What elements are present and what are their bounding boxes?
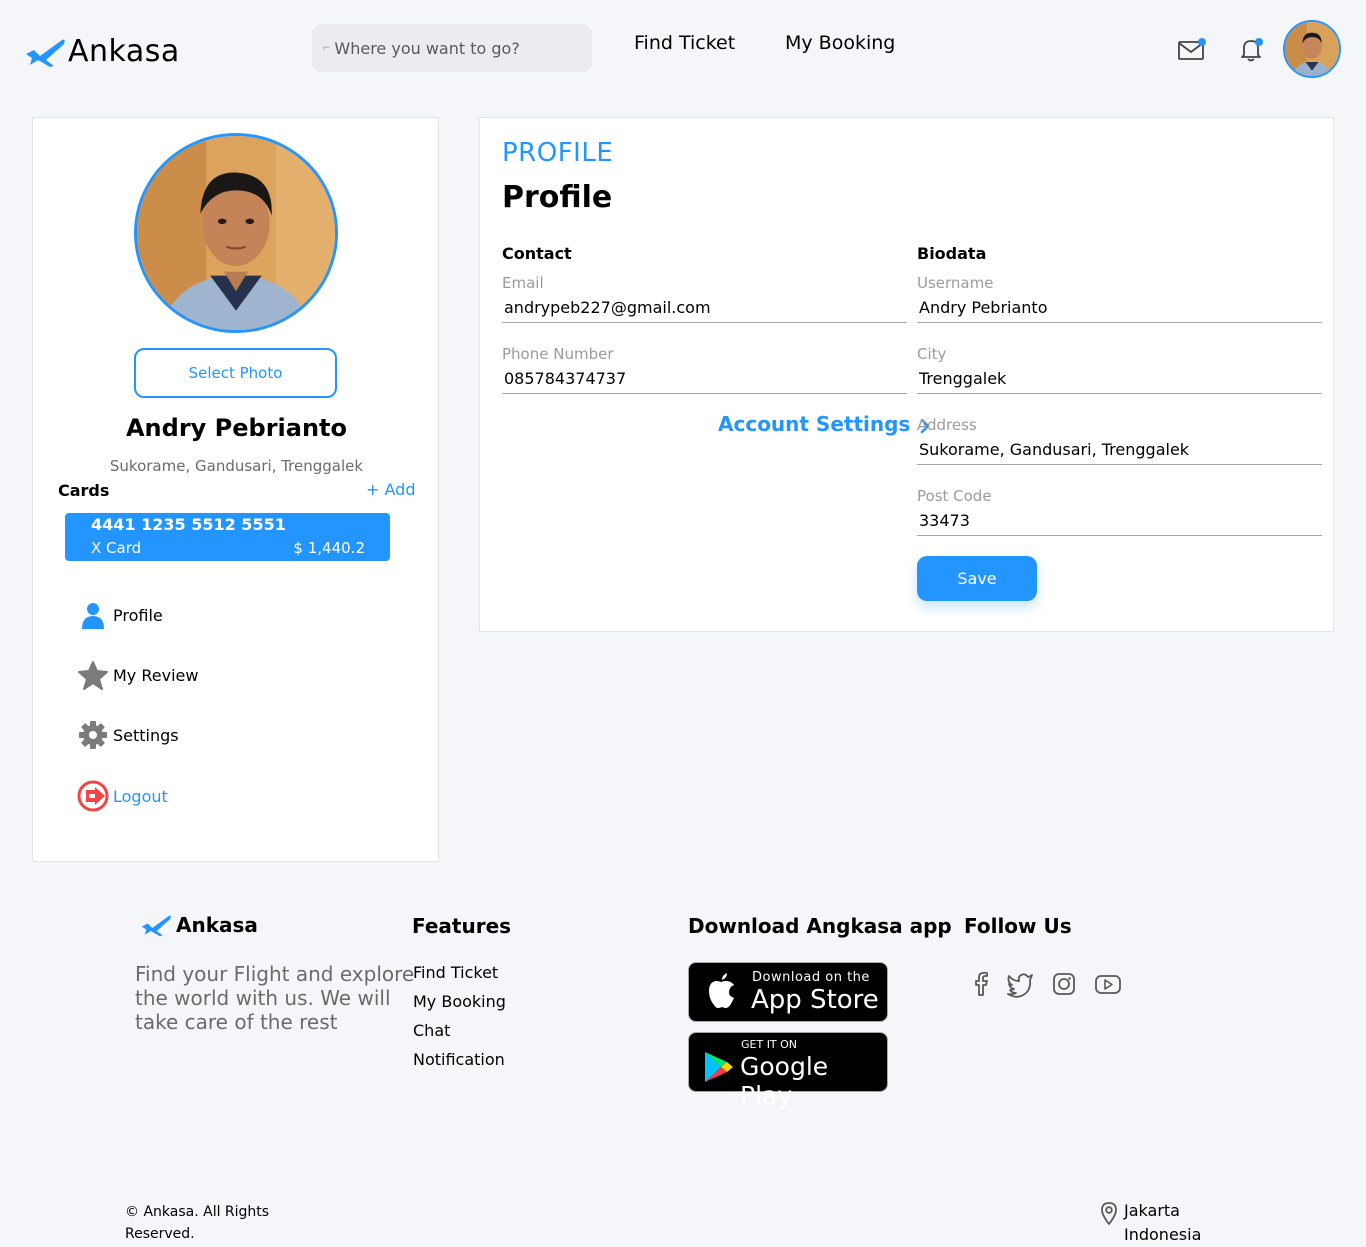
footer-link-find-ticket[interactable]: Find Ticket	[413, 963, 498, 982]
logout-icon	[77, 780, 109, 812]
copyright-text: © Ankasa. All Rights Reserved.	[125, 1204, 270, 1242]
top-header: Ankasa ⌐ Find Ticket My Booking	[12, 0, 1354, 96]
footer-description: Find your Flight and explore the world w…	[135, 962, 415, 1034]
address-label: Address	[917, 416, 977, 434]
menu-item-profile[interactable]: Profile	[77, 599, 163, 631]
postcode-input[interactable]	[917, 509, 1322, 536]
footer-link-my-booking[interactable]: My Booking	[413, 992, 506, 1011]
brand-name: Ankasa	[68, 34, 180, 69]
bell-notification-dot	[1255, 38, 1263, 46]
payment-card[interactable]: 4441 1235 5512 5551 X Card $ 1,440.2	[65, 513, 390, 561]
search-box[interactable]: ⌐	[312, 24, 592, 72]
footer-brand-name: Ankasa	[176, 913, 258, 937]
postcode-label: Post Code	[917, 487, 992, 505]
city-field: City	[917, 345, 1322, 394]
google-play-badge[interactable]: GET IT ON Google Play	[688, 1032, 888, 1110]
add-card-link[interactable]: + Add	[366, 480, 415, 499]
profile-avatar	[134, 133, 338, 333]
phone-field: Phone Number	[502, 345, 907, 394]
plane-logo-icon	[26, 39, 65, 67]
instagram-icon[interactable]	[1050, 970, 1078, 998]
card-balance: $ 1,440.2	[293, 539, 365, 557]
address-field: Address	[917, 416, 1322, 465]
search-icon: ⌐	[322, 42, 331, 54]
email-input[interactable]	[502, 296, 907, 323]
download-heading: Download Angkasa app	[688, 914, 952, 938]
user-address: Sukorame, Gandusari, Trenggalek	[109, 457, 364, 475]
footer-link-notification[interactable]: Notification	[413, 1050, 505, 1069]
user-photo	[137, 136, 335, 330]
user-icon	[77, 599, 109, 631]
section-kicker: PROFILE	[502, 138, 614, 168]
nav-my-booking[interactable]: My Booking	[785, 32, 895, 54]
apple-icon	[709, 973, 734, 1008]
city-label: City	[917, 345, 947, 363]
menu-label-logout: Logout	[113, 786, 168, 806]
menu-item-settings[interactable]: Settings	[77, 719, 179, 751]
twitter-icon[interactable]	[1006, 970, 1034, 998]
footer-location: Jakarta Indonesia	[1100, 1199, 1201, 1247]
brand-logo[interactable]: Ankasa	[24, 34, 180, 69]
username-input[interactable]	[917, 296, 1322, 323]
email-field: Email	[502, 274, 907, 323]
star-icon	[77, 659, 109, 691]
address-input[interactable]	[917, 438, 1322, 465]
notification-button[interactable]	[1237, 36, 1265, 64]
google-play-big-text: Google Play	[740, 1052, 829, 1110]
menu-label-settings: Settings	[113, 725, 179, 745]
app-store-small-text: Download on the	[752, 970, 870, 985]
menu-item-logout[interactable]: Logout	[77, 780, 168, 812]
google-play-small-text: GET IT ON	[741, 1038, 798, 1051]
cards-label: Cards	[58, 481, 110, 500]
account-settings-label: Account Settings	[718, 412, 911, 436]
nav-find-ticket[interactable]: Find Ticket	[634, 32, 735, 54]
mail-notification-dot	[1198, 38, 1206, 46]
map-pin-icon	[1101, 1202, 1117, 1225]
google-play-icon	[705, 1052, 733, 1082]
postcode-field: Post Code	[917, 487, 1322, 536]
profile-form-panel: PROFILE Profile Contact Biodata Email Ph…	[479, 117, 1334, 632]
footer-brand[interactable]: Ankasa	[140, 913, 258, 937]
menu-label-profile: Profile	[113, 605, 163, 625]
follow-heading: Follow Us	[964, 914, 1072, 938]
card-name: X Card	[91, 539, 142, 557]
location-city: Jakarta	[1124, 1201, 1180, 1220]
gear-icon	[77, 719, 109, 751]
app-store-badge[interactable]: Download on the App Store	[688, 962, 888, 1022]
user-photo	[1285, 22, 1339, 76]
location-country: Indonesia	[1124, 1225, 1202, 1244]
app-store-big-text: App Store	[751, 985, 879, 1015]
footer-link-chat[interactable]: Chat	[413, 1021, 450, 1040]
profile-sidebar: Select Photo Andry Pebrianto Sukorame, G…	[32, 117, 439, 862]
menu-label-my-review: My Review	[113, 665, 199, 685]
username-field: Username	[917, 274, 1322, 323]
header-avatar[interactable]	[1283, 20, 1341, 78]
username-label: Username	[917, 274, 994, 292]
features-heading: Features	[412, 914, 512, 938]
user-name: Andry Pebrianto	[125, 414, 348, 442]
city-input[interactable]	[917, 367, 1322, 394]
phone-input[interactable]	[502, 367, 907, 394]
select-photo-button[interactable]: Select Photo	[134, 348, 337, 398]
search-input[interactable]	[334, 38, 575, 58]
biodata-heading: Biodata	[917, 244, 987, 263]
contact-heading: Contact	[502, 244, 572, 263]
mail-button[interactable]	[1177, 36, 1206, 64]
save-button[interactable]: Save	[917, 556, 1037, 601]
account-settings-link[interactable]: Account Settings	[718, 412, 934, 436]
plane-logo-icon	[141, 915, 171, 937]
email-label: Email	[502, 274, 544, 292]
youtube-icon[interactable]	[1094, 970, 1122, 998]
page-title: Profile	[502, 180, 613, 215]
facebook-icon[interactable]	[967, 970, 995, 998]
card-number: 4441 1235 5512 5551	[91, 515, 286, 534]
menu-item-my-review[interactable]: My Review	[77, 659, 198, 691]
phone-label: Phone Number	[502, 345, 614, 363]
